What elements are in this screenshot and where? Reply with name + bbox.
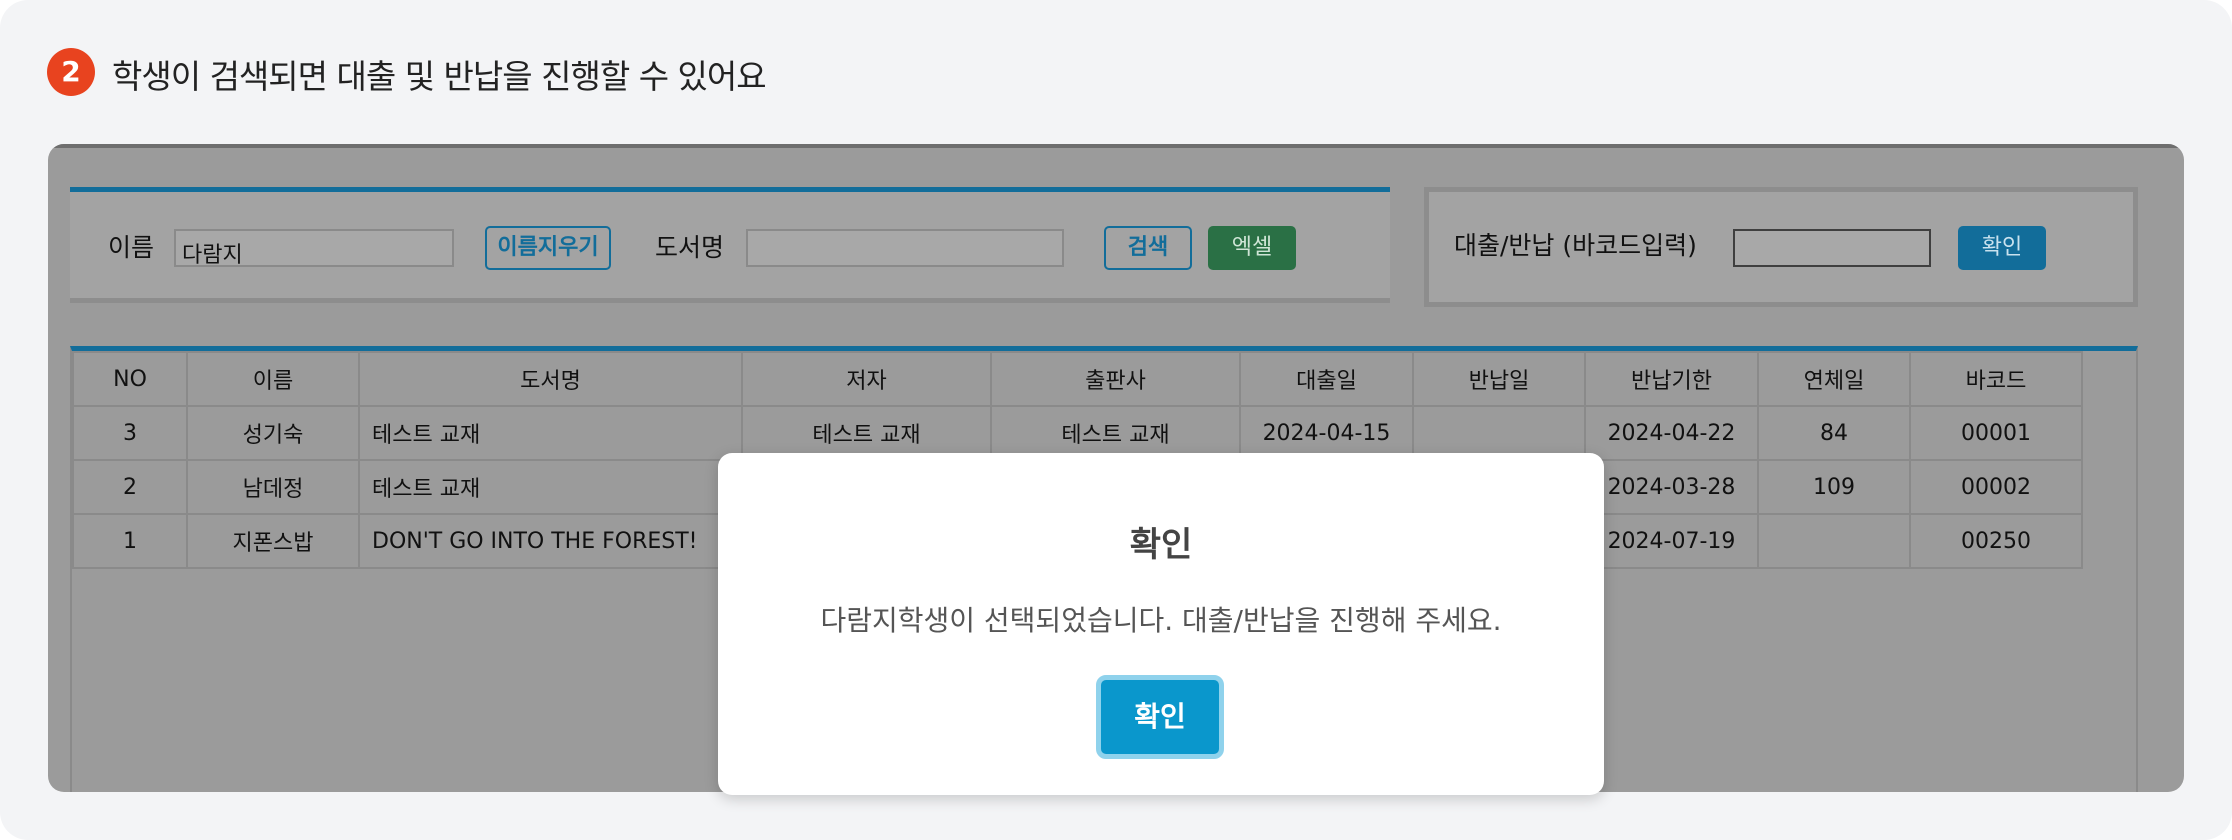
dialog-message: 다람지학생이 선택되었습니다. 대출/반납을 진행해 주세요.: [820, 604, 1502, 637]
cell-name: 성기숙: [186, 405, 360, 461]
cell-name: 지폰스밥: [186, 513, 360, 569]
search-button[interactable]: 검색: [1104, 226, 1192, 270]
cell-overdue-days: [1757, 513, 1911, 569]
table-header-row: NO 이름 도서명 저자 출판사 대출일 반납일 반납기한 연체일 바코드: [72, 351, 2083, 407]
cell-book-title: 테스트 교재: [358, 405, 743, 461]
column-header-book-title: 도서명: [358, 351, 743, 407]
column-header-return-date: 반납일: [1412, 351, 1586, 407]
cell-name: 남데정: [186, 459, 360, 515]
column-header-author: 저자: [741, 351, 992, 407]
barcode-confirm-button[interactable]: 확인: [1958, 226, 2046, 270]
clear-name-button[interactable]: 이름지우기: [485, 226, 611, 270]
screen-top-bar: [48, 144, 2184, 148]
cell-barcode: 00250: [1909, 513, 2083, 569]
cell-author: 테스트 교재: [741, 405, 992, 461]
excel-button[interactable]: 엑셀: [1208, 226, 1296, 270]
cell-no: 1: [72, 513, 188, 569]
dialog-title: 확인: [1129, 525, 1193, 565]
cell-loan-date: 2024-04-15: [1239, 405, 1414, 461]
column-header-loan-date: 대출일: [1239, 351, 1414, 407]
name-input[interactable]: 다람지: [174, 229, 454, 267]
step-number-badge: 2: [47, 48, 95, 96]
cell-return-date: [1412, 405, 1586, 461]
cell-publisher: 테스트 교재: [990, 405, 1241, 461]
confirm-dialog: 확인 다람지학생이 선택되었습니다. 대출/반납을 진행해 주세요. 확인: [718, 453, 1604, 795]
book-title-label: 도서명: [655, 233, 725, 262]
cell-due-date: 2024-03-28: [1584, 459, 1759, 515]
cell-barcode: 00001: [1909, 405, 2083, 461]
search-panel: 이름 다람지 이름지우기 도서명 검색 엑셀: [70, 187, 1390, 303]
cell-due-date: 2024-04-22: [1584, 405, 1759, 461]
column-header-overdue-days: 연체일: [1757, 351, 1911, 407]
step-title: 학생이 검색되면 대출 및 반납을 진행할 수 있어요: [112, 57, 767, 96]
cell-book-title: 테스트 교재: [358, 459, 743, 515]
cell-book-title: DON'T GO INTO THE FOREST!: [358, 513, 743, 569]
column-header-no: NO: [72, 351, 188, 407]
column-header-name: 이름: [186, 351, 360, 407]
dialog-confirm-button[interactable]: 확인: [1096, 675, 1224, 759]
name-label: 이름: [108, 233, 155, 262]
column-header-publisher: 출판사: [990, 351, 1241, 407]
column-header-due-date: 반납기한: [1584, 351, 1759, 407]
barcode-panel: 대출/반납 (바코드입력) 확인: [1424, 187, 2138, 307]
table-row[interactable]: 3 성기숙 테스트 교재 테스트 교재 테스트 교재 2024-04-15 20…: [72, 405, 2083, 461]
column-header-barcode: 바코드: [1909, 351, 2083, 407]
cell-overdue-days: 84: [1757, 405, 1911, 461]
cell-due-date: 2024-07-19: [1584, 513, 1759, 569]
barcode-label: 대출/반납 (바코드입력): [1454, 231, 1697, 260]
guide-card: 2 학생이 검색되면 대출 및 반납을 진행할 수 있어요 이름 다람지 이름지…: [0, 0, 2232, 840]
cell-overdue-days: 109: [1757, 459, 1911, 515]
cell-no: 3: [72, 405, 188, 461]
cell-barcode: 00002: [1909, 459, 2083, 515]
book-title-input[interactable]: [746, 229, 1064, 267]
cell-no: 2: [72, 459, 188, 515]
barcode-input[interactable]: [1733, 229, 1931, 267]
